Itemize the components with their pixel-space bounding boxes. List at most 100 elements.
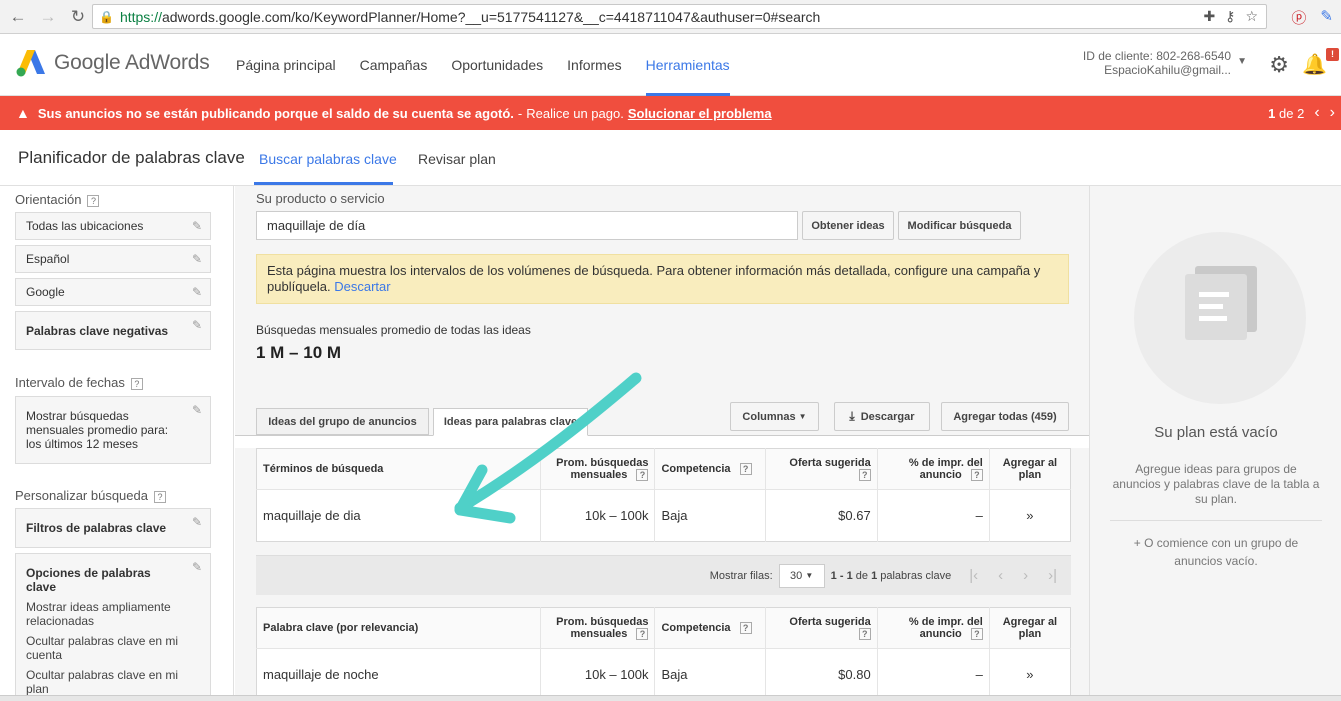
chevron-left-icon[interactable]: ‹ bbox=[1314, 104, 1319, 122]
help-icon[interactable]: ? bbox=[970, 628, 983, 641]
col-impr-share[interactable]: % de impr. del anuncio ? bbox=[877, 607, 990, 649]
help-icon[interactable]: ? bbox=[87, 194, 100, 207]
extension-icon[interactable]: ✚ bbox=[1203, 8, 1215, 25]
planner-subheader: Planificador de palabras clave Buscar pa… bbox=[0, 130, 1341, 186]
tab-review-plan[interactable]: Revisar plan bbox=[418, 151, 496, 167]
pencil-icon[interactable]: ✎ bbox=[192, 318, 202, 332]
rows-per-page-value: 30 bbox=[790, 569, 803, 582]
help-icon[interactable]: ? bbox=[636, 469, 649, 482]
forward-icon[interactable]: → bbox=[36, 5, 60, 29]
tab-keyword-ideas[interactable]: Ideas para palabras clave bbox=[433, 408, 588, 436]
chevron-down-icon[interactable]: ▼ bbox=[1237, 56, 1247, 67]
pencil-icon[interactable]: ✎ bbox=[192, 219, 202, 233]
targeting-network[interactable]: Google ✎ bbox=[15, 278, 211, 306]
tab-adgroup-ideas[interactable]: Ideas del grupo de anuncios bbox=[256, 408, 429, 435]
nav-reports[interactable]: Informes bbox=[567, 34, 621, 96]
account-email: EspacioKahilu@gmail... bbox=[1104, 63, 1231, 77]
pencil-icon[interactable]: ✎ bbox=[192, 252, 202, 266]
pencil-icon[interactable]: ✎ bbox=[192, 560, 202, 574]
adwords-logo[interactable]: Google AdWords bbox=[16, 48, 210, 78]
help-icon[interactable]: ? bbox=[153, 490, 166, 503]
keyword-filters[interactable]: Filtros de palabras clave ✎ bbox=[15, 508, 211, 548]
negative-keywords[interactable]: Palabras clave negativas ✎ bbox=[15, 311, 211, 350]
prev-page-icon[interactable]: ‹ bbox=[998, 567, 1003, 584]
star-icon[interactable]: ☆ bbox=[1245, 8, 1258, 25]
page-title: Planificador de palabras clave bbox=[18, 148, 245, 167]
last-page-icon[interactable]: ›| bbox=[1048, 567, 1057, 584]
cell-bid: $0.67 bbox=[765, 489, 878, 542]
plan-empty-title: Su plan está vacío bbox=[1154, 424, 1278, 441]
date-range-box[interactable]: Mostrar búsquedas mensuales promedio par… bbox=[15, 396, 211, 464]
columns-button[interactable]: Columnas ▼ bbox=[730, 402, 819, 431]
nav-opportunities[interactable]: Oportunidades bbox=[451, 34, 543, 96]
col-impr-share[interactable]: % de impr. del anuncio ? bbox=[877, 448, 990, 490]
col-avg-searches[interactable]: Prom. búsquedas mensuales ? bbox=[540, 607, 656, 649]
modify-search-button[interactable]: Modificar búsqueda bbox=[898, 211, 1021, 240]
help-icon[interactable]: ? bbox=[970, 469, 983, 482]
help-icon[interactable]: ? bbox=[130, 377, 143, 390]
fix-problem-link[interactable]: Solucionar el problema bbox=[628, 106, 772, 121]
bell-icon[interactable]: 🔔 bbox=[1302, 52, 1327, 77]
reload-icon[interactable]: ↻ bbox=[66, 5, 90, 29]
cell-term: maquillaje de noche bbox=[256, 648, 542, 701]
help-icon[interactable]: ? bbox=[858, 628, 871, 641]
add-all-button[interactable]: Agregar todas (459) bbox=[941, 402, 1069, 431]
col-search-term[interactable]: Términos de búsqueda bbox=[256, 448, 542, 490]
chevron-right-icon[interactable]: › bbox=[1330, 104, 1335, 122]
get-ideas-button[interactable]: Obtener ideas bbox=[802, 211, 894, 240]
nav-campaigns[interactable]: Campañas bbox=[360, 34, 428, 96]
customize-section: Personalizar búsqueda? bbox=[15, 488, 166, 503]
top-navigation: Página principal Campañas Oportunidades … bbox=[236, 34, 754, 96]
warning-icon: ▲ bbox=[16, 105, 30, 121]
pencil-icon[interactable]: ✎ bbox=[192, 285, 202, 299]
app-header: Google AdWords Página principal Campañas… bbox=[0, 34, 1341, 96]
client-id: ID de cliente: 802-268-6540 bbox=[1082, 49, 1231, 63]
cell-impr: – bbox=[877, 489, 990, 542]
nav-tools[interactable]: Herramientas bbox=[645, 34, 730, 96]
table-pager: Mostrar filas: 30 ▼ 1 - 1 de 1 palabras … bbox=[256, 555, 1071, 595]
add-to-plan-icon[interactable]: » bbox=[989, 649, 1070, 701]
col-competition[interactable]: Competencia ? bbox=[654, 607, 766, 649]
help-icon[interactable]: ? bbox=[739, 463, 752, 476]
first-page-icon[interactable]: |‹ bbox=[969, 567, 978, 584]
next-page-icon[interactable]: › bbox=[1023, 567, 1028, 584]
download-button[interactable]: ⤓ Descargar bbox=[834, 402, 930, 431]
nav-home[interactable]: Página principal bbox=[236, 34, 336, 96]
pinterest-icon[interactable]: ⓟ bbox=[1291, 7, 1306, 28]
help-icon[interactable]: ? bbox=[739, 622, 752, 635]
help-icon[interactable]: ? bbox=[858, 469, 871, 482]
col-avg-searches[interactable]: Prom. búsquedas mensuales ? bbox=[540, 448, 656, 490]
key-icon[interactable]: ⚷ bbox=[1225, 8, 1235, 25]
keyword-options-label: Opciones de palabras clave bbox=[26, 566, 151, 594]
col-competition[interactable]: Competencia ? bbox=[654, 448, 766, 490]
cell-searches: 10k – 100k bbox=[540, 489, 656, 542]
dismiss-link[interactable]: Descartar bbox=[334, 279, 390, 294]
address-bar[interactable]: 🔒 https:// adwords.google.com/ko/Keyword… bbox=[92, 4, 1267, 29]
product-input[interactable]: maquillaje de día bbox=[256, 211, 798, 240]
col-avg-searches-label: Prom. búsquedas mensuales bbox=[556, 615, 649, 640]
back-icon[interactable]: ← bbox=[6, 5, 30, 29]
search-terms-table: Términos de búsqueda Prom. búsquedas men… bbox=[256, 448, 1071, 542]
gear-icon[interactable]: ⚙ bbox=[1269, 52, 1289, 78]
caret-down-icon: ▼ bbox=[805, 571, 814, 580]
start-empty-adgroup-link[interactable]: + O comience con un grupo de anuncios va… bbox=[1112, 534, 1320, 570]
main-content: Su producto o servicio maquillaje de día… bbox=[235, 186, 1089, 701]
tab-search-keywords[interactable]: Buscar palabras clave bbox=[259, 151, 397, 167]
account-info[interactable]: ID de cliente: 802-268-6540 EspacioKahil… bbox=[1083, 49, 1231, 77]
add-to-plan-icon[interactable]: » bbox=[989, 490, 1070, 542]
show-rows-label: Mostrar filas: bbox=[709, 569, 773, 582]
keyword-options[interactable]: Opciones de palabras clave ✎ Mostrar ide… bbox=[15, 553, 211, 701]
col-suggested-bid[interactable]: Oferta sugerida ? bbox=[765, 448, 878, 490]
pencil-icon[interactable]: ✎ bbox=[192, 403, 202, 417]
bird-icon[interactable]: ✎ bbox=[1320, 7, 1333, 28]
targeting-location[interactable]: Todas las ubicaciones ✎ bbox=[15, 212, 211, 240]
pencil-icon[interactable]: ✎ bbox=[192, 515, 202, 529]
rows-per-page-select[interactable]: 30 ▼ bbox=[778, 563, 825, 588]
avg-searches-value: 1 M – 10 M bbox=[256, 343, 342, 362]
col-keyword[interactable]: Palabra clave (por relevancia) bbox=[256, 607, 542, 649]
targeting-language[interactable]: Español ✎ bbox=[15, 245, 211, 273]
col-suggested-bid[interactable]: Oferta sugerida ? bbox=[765, 607, 878, 649]
cell-competition: Baja bbox=[654, 648, 766, 701]
alert-bold-text: Sus anuncios no se están publicando porq… bbox=[37, 105, 514, 121]
help-icon[interactable]: ? bbox=[636, 628, 649, 641]
